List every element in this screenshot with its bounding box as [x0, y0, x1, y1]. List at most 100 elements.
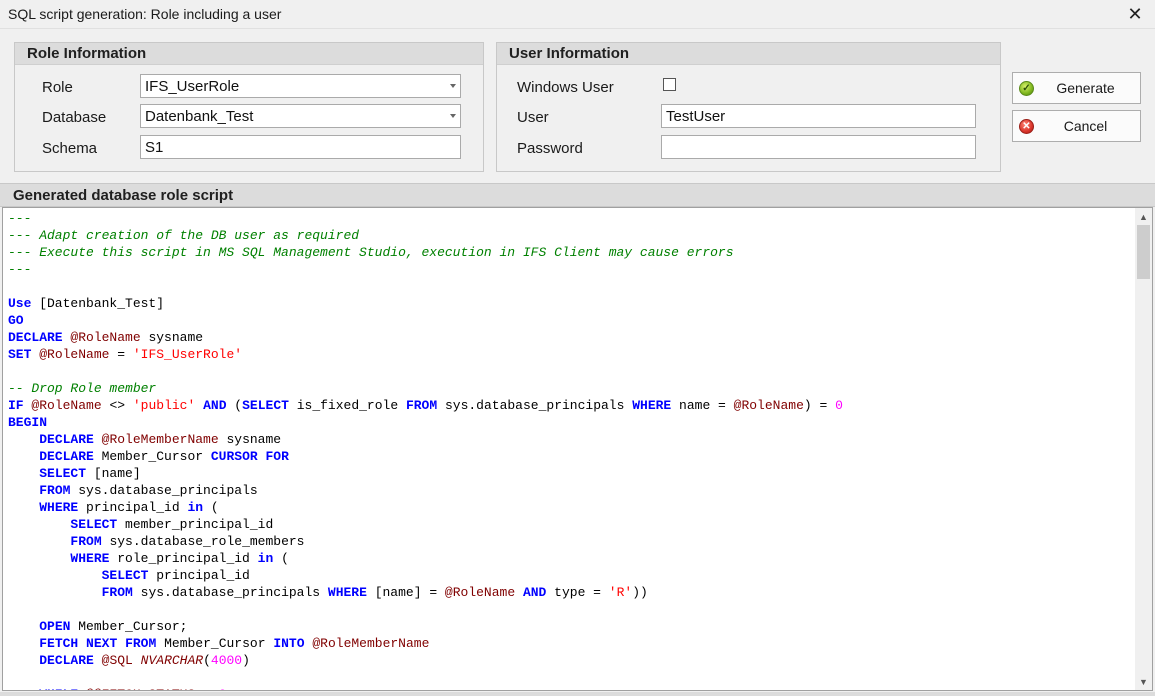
code-token: SELECT	[39, 466, 87, 481]
code-line: Use [Datenbank_Test]	[8, 295, 843, 312]
code-token: NVARCHAR	[140, 653, 204, 668]
cancel-button[interactable]: ✕ Cancel	[1012, 110, 1141, 142]
dropdown-arrow-icon[interactable]	[450, 84, 456, 88]
code-token: CURSOR	[210, 449, 258, 464]
code-token: --- Adapt creation of the DB user as req…	[8, 228, 360, 243]
code-token: SET	[8, 347, 32, 362]
code-token: AND	[522, 585, 547, 600]
code-token: WHERE	[632, 398, 672, 413]
code-token: )	[242, 653, 250, 668]
dropdown-arrow-icon[interactable]	[450, 114, 456, 118]
code-token: Member_Cursor	[93, 449, 211, 464]
code-line: FROM sys.database_principals	[8, 482, 843, 499]
code-token: 'IFS_UserRole'	[132, 347, 243, 362]
script-section-header: Generated database role script	[0, 183, 1155, 207]
code-line: GO	[8, 312, 843, 329]
code-line: --- Adapt creation of the DB user as req…	[8, 227, 843, 244]
schema-input[interactable]: S1	[140, 135, 461, 159]
database-value: Datenbank_Test	[145, 108, 254, 125]
code-token: --- Execute this script in MS SQL Manage…	[8, 245, 734, 260]
windows-user-label: Windows User	[517, 79, 614, 96]
password-input[interactable]	[661, 135, 976, 159]
scroll-down-icon[interactable]: ▼	[1135, 673, 1152, 690]
script-editor[interactable]: --- --- Adapt creation of the DB user as …	[2, 207, 1153, 691]
code-line: DECLARE @SQL NVARCHAR(4000)	[8, 652, 843, 669]
role-combobox[interactable]: IFS_UserRole	[140, 74, 461, 98]
schema-label: Schema	[42, 140, 98, 157]
code-token: 0	[219, 687, 227, 690]
cancel-x-icon: ✕	[1019, 119, 1034, 134]
code-token: -- Drop Role member	[8, 381, 157, 396]
database-combobox[interactable]: Datenbank_Test	[140, 104, 461, 128]
code-token: @SQL	[101, 653, 133, 668]
window-titlebar: SQL script generation: Role including a …	[0, 0, 1155, 29]
script-code[interactable]: --- --- Adapt creation of the DB user as …	[8, 210, 843, 690]
code-token: SELECT	[242, 398, 289, 413]
code-token: type =	[546, 585, 609, 600]
code-line: SET @RoleName = 'IFS_UserRole'	[8, 346, 843, 363]
code-line: IF @RoleName <> 'public' AND (SELECT is_…	[8, 397, 843, 414]
database-label: Database	[42, 109, 107, 126]
generate-button[interactable]: ✓ Generate	[1012, 72, 1141, 104]
code-line: FROM sys.database_principals WHERE [name…	[8, 584, 843, 601]
scroll-thumb[interactable]	[1137, 225, 1150, 279]
code-token: IF	[8, 398, 24, 413]
user-label: User	[517, 109, 549, 126]
code-token: sys.database_principals	[132, 585, 328, 600]
code-line: DECLARE @RoleName sysname	[8, 329, 843, 346]
code-token: [Datenbank_Test]	[31, 296, 165, 311]
code-token: DECLARE	[8, 330, 63, 345]
code-token: @RoleName	[444, 585, 516, 600]
schema-value: S1	[145, 139, 164, 156]
code-token: FROM	[70, 534, 102, 549]
vertical-scrollbar[interactable]: ▲ ▼	[1135, 208, 1152, 690]
checkmark-icon: ✓	[1019, 81, 1034, 96]
code-token: DECLARE	[39, 653, 94, 668]
code-token: sys.database_role_members	[101, 534, 305, 549]
code-token: ---	[8, 211, 32, 226]
code-token: [name] =	[366, 585, 445, 600]
code-line: DECLARE Member_Cursor CURSOR FOR	[8, 448, 843, 465]
code-token: ) =	[803, 398, 836, 413]
window-bottom-edge	[0, 692, 1155, 696]
code-line: SELECT [name]	[8, 465, 843, 482]
code-token: principal_id	[78, 500, 188, 515]
code-token: in	[187, 500, 204, 515]
code-line: FETCH NEXT FROM Member_Cursor INTO @Role…	[8, 635, 843, 652]
role-information-group: Role Information Role IFS_UserRole Datab…	[14, 42, 484, 172]
code-token: DECLARE	[39, 432, 94, 447]
window-title: SQL script generation: Role including a …	[8, 6, 282, 22]
windows-user-checkbox[interactable]	[663, 78, 676, 91]
code-line: WHERE role_principal_id in (	[8, 550, 843, 567]
user-information-group: User Information Windows User User TestU…	[496, 42, 1001, 172]
code-token: is_fixed_role	[288, 398, 406, 413]
code-line: ---	[8, 210, 843, 227]
password-label: Password	[517, 140, 583, 157]
code-token: 4000	[210, 653, 243, 668]
code-token: 'public'	[132, 398, 196, 413]
code-token: @RoleName	[70, 330, 141, 345]
code-token: @@FETCH_STATUS	[86, 687, 195, 690]
scroll-up-icon[interactable]: ▲	[1135, 208, 1152, 225]
code-line: OPEN Member_Cursor;	[8, 618, 843, 635]
code-line: ---	[8, 261, 843, 278]
code-token: AND	[203, 398, 227, 413]
close-icon[interactable]: ✕	[1115, 0, 1155, 28]
code-token: OPEN	[39, 619, 71, 634]
user-input[interactable]: TestUser	[661, 104, 976, 128]
